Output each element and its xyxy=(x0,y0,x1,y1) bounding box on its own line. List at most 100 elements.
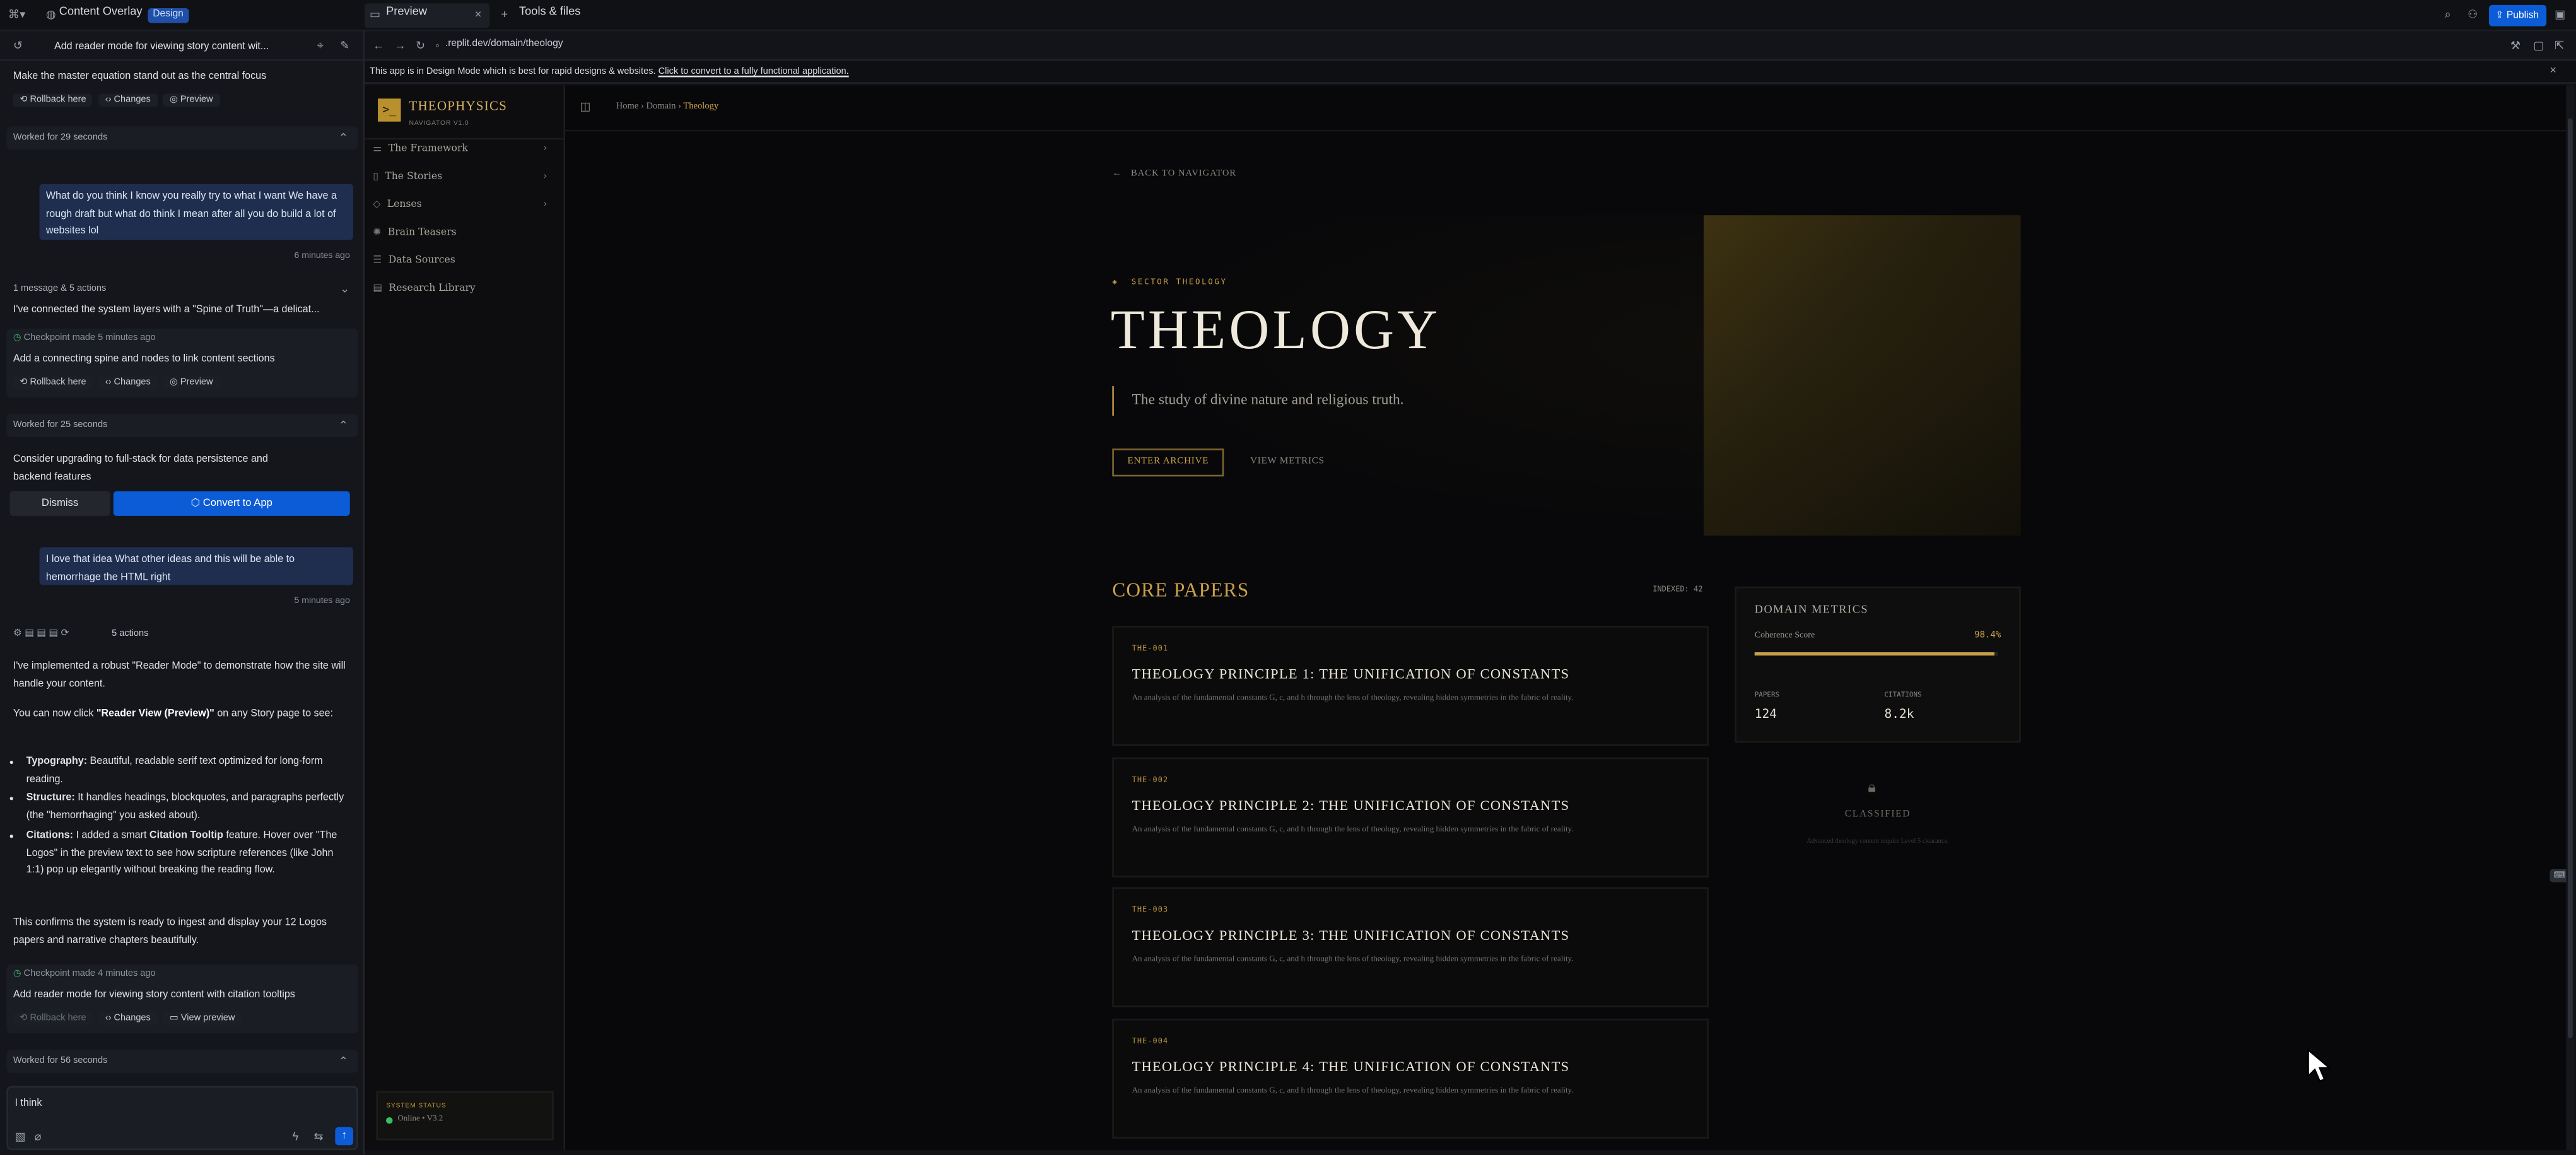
breadcrumb-domain[interactable]: Domain xyxy=(647,102,676,112)
worked-label: Worked for 25 seconds xyxy=(13,420,108,431)
chevron-down-icon[interactable]: ⌄ xyxy=(340,283,349,297)
paper-card[interactable]: THE-003 THEOLOGY PRINCIPLE 3: THE UNIFIC… xyxy=(1112,887,1709,1007)
chevron-up-icon[interactable]: ⌃ xyxy=(339,1055,348,1069)
chat-title: Add reader mode for viewing story conten… xyxy=(54,41,269,53)
rollback-button[interactable]: ⟲ Rollback here xyxy=(13,1012,93,1026)
status-value: Online • V3.2 xyxy=(397,1115,443,1124)
breadcrumb: Home › Domain › Theology xyxy=(616,102,719,112)
close-icon[interactable]: × xyxy=(2550,64,2556,79)
sliders-icon: ⚌ xyxy=(373,143,382,155)
library-icon: ▤ xyxy=(373,282,383,295)
file-icons: ⚙ ▤ ▤ ▤ ⟳ xyxy=(13,629,69,640)
chevron-right-icon: › xyxy=(543,143,547,155)
layout-icon[interactable]: ▣ xyxy=(2555,8,2565,23)
paper-id: THE-003 xyxy=(1132,906,1169,915)
settings-icon[interactable]: ⇆ xyxy=(313,1130,323,1145)
invite-icon[interactable]: ⚇ xyxy=(2468,8,2478,23)
publish-button[interactable]: ⇪ Publish xyxy=(2488,4,2547,26)
nav-research-library[interactable]: ▤ Research Library xyxy=(373,283,476,294)
preview-button[interactable]: ◎ Preview xyxy=(163,93,220,107)
worked-bar[interactable]: Worked for 29 seconds ⌃ xyxy=(6,126,358,150)
brand-name[interactable]: THEOPHYSICS xyxy=(409,98,508,113)
back-to-navigator-link[interactable]: ← BACK TO NAVIGATOR xyxy=(1112,169,1236,179)
tab-tools[interactable]: Tools & files xyxy=(519,6,580,18)
pin-icon[interactable]: ⌖ xyxy=(317,40,324,54)
papers-label: PAPERS xyxy=(1754,689,1780,698)
lightning-icon[interactable]: ϟ xyxy=(293,1130,299,1145)
close-icon[interactable]: × xyxy=(475,8,482,23)
chat-icon[interactable]: ▢ xyxy=(2533,40,2544,54)
search-icon[interactable]: ⌕ xyxy=(2445,8,2451,23)
publish-icon: ⇪ xyxy=(2495,11,2507,21)
diamond-icon: ◈ xyxy=(1112,279,1132,288)
changes-button[interactable]: ‹› Changes xyxy=(98,1012,158,1026)
back-icon[interactable]: ← xyxy=(373,40,384,54)
nav-stories[interactable]: ▯ The Stories › xyxy=(373,171,557,182)
paper-card[interactable]: THE-002 THEOLOGY PRINCIPLE 2: THE UNIFIC… xyxy=(1112,757,1709,877)
sidebar-toggle-icon[interactable]: ◫ xyxy=(580,100,590,115)
back-label: BACK TO NAVIGATOR xyxy=(1130,169,1237,179)
mouse-cursor-icon xyxy=(2307,1048,2332,1082)
mode-badge: Design xyxy=(148,8,189,23)
paper-description: An analysis of the fundamental constants… xyxy=(1132,956,1574,964)
scrollbar[interactable] xyxy=(2566,85,2575,1151)
image-icon[interactable]: ▧ xyxy=(15,1130,25,1145)
view-metrics-link[interactable]: VIEW METRICS xyxy=(1250,457,1325,467)
chat-input[interactable]: I think ▧ ⌀ ϟ ⇆ ↑ xyxy=(6,1086,358,1151)
checkpoint-title: Add reader mode for viewing story conten… xyxy=(13,988,295,1001)
nav-framework[interactable]: ⚌ The Framework › xyxy=(373,143,557,155)
paper-card[interactable]: THE-001 THEOLOGY PRINCIPLE 1: THE UNIFIC… xyxy=(1112,626,1709,746)
terminal-logo-icon: >_ xyxy=(378,98,401,122)
status-dot-icon xyxy=(386,1117,393,1124)
replit-logo-icon[interactable]: ⌘▾ xyxy=(8,8,25,23)
chat-input-value[interactable]: I think xyxy=(15,1098,42,1109)
top-bar: ⌘▾ ◍ Content Overlay Design ▭ Preview × … xyxy=(0,0,2576,32)
convert-link[interactable]: Click to convert to a fully functional a… xyxy=(659,67,849,78)
forward-icon[interactable]: → xyxy=(394,40,406,54)
actions-summary[interactable]: 1 message & 5 actions xyxy=(13,284,106,295)
rollback-button[interactable]: ⟲ Rollback here xyxy=(13,93,93,107)
actions-summary[interactable]: 5 actions xyxy=(112,630,148,640)
paper-card[interactable]: THE-004 THEOLOGY PRINCIPLE 4: THE UNIFIC… xyxy=(1112,1018,1709,1139)
devtools-icon[interactable]: ⚒ xyxy=(2510,40,2520,54)
arrow-left-icon: ← xyxy=(1112,169,1131,179)
timestamp: 6 minutes ago xyxy=(294,251,350,262)
view-preview-button[interactable]: ▭ View preview xyxy=(163,1012,242,1026)
url-input[interactable]: .replit.dev/domain/theology xyxy=(445,40,563,50)
rollback-button[interactable]: ⟲ Rollback here xyxy=(13,376,93,390)
worked-label: Worked for 29 seconds xyxy=(13,132,108,143)
new-chat-icon[interactable]: ✎ xyxy=(340,40,349,54)
worked-bar[interactable]: Worked for 56 seconds ⌃ xyxy=(6,1050,358,1073)
external-link-icon[interactable]: ⇱ xyxy=(2555,40,2564,54)
changes-button[interactable]: ‹› Changes xyxy=(98,93,158,107)
checkpoint-label: ◷ Checkpoint made 5 minutes ago xyxy=(13,333,156,344)
chevron-up-icon[interactable]: ⌃ xyxy=(339,419,348,433)
attach-icon[interactable]: ⌀ xyxy=(35,1130,42,1145)
nav-data-sources[interactable]: ☰ Data Sources xyxy=(373,255,455,266)
feature-list: Typography: Beautiful, readable serif te… xyxy=(13,754,353,882)
history-icon[interactable]: ↺ xyxy=(13,40,23,54)
nav-lenses[interactable]: ◇ Lenses › xyxy=(373,199,557,210)
convert-to-app-button[interactable]: ⬡ Convert to App xyxy=(113,491,350,516)
nav-brain-teasers[interactable]: ✺ Brain Teasers xyxy=(373,226,456,238)
reload-icon[interactable]: ↻ xyxy=(416,40,425,54)
preview-button[interactable]: ◎ Preview xyxy=(163,376,220,390)
chevron-up-icon[interactable]: ⌃ xyxy=(339,131,348,146)
checkpoint-label: ◷ Checkpoint made 4 minutes ago xyxy=(13,969,156,980)
user-message: What do you think I know you really try … xyxy=(39,184,353,240)
breadcrumb-home[interactable]: Home xyxy=(616,102,639,112)
plus-icon[interactable]: + xyxy=(501,8,508,23)
worked-bar[interactable]: Worked for 25 seconds ⌃ xyxy=(6,414,358,437)
changes-button[interactable]: ‹› Changes xyxy=(98,376,158,390)
send-button[interactable]: ↑ xyxy=(335,1127,353,1146)
checkpoint-actions: ⟲ Rollback here ‹› Changes ◎ Preview xyxy=(13,376,223,392)
classified-box: 🔒︎ CLASSIFIED Advanced theology content … xyxy=(1735,763,2020,861)
dismiss-button[interactable]: Dismiss xyxy=(9,491,110,516)
project-name[interactable]: Content Overlay xyxy=(59,6,143,18)
enter-archive-button[interactable]: ENTER ARCHIVE xyxy=(1112,449,1224,477)
classified-description: Advanced theology content require Level … xyxy=(1806,836,1949,845)
layers-icon: ◇ xyxy=(373,199,381,211)
cube-icon: ⬡ xyxy=(190,498,203,510)
tab-preview[interactable]: ▭ Preview × xyxy=(365,3,490,28)
coherence-value: 98.4% xyxy=(1974,631,2001,641)
